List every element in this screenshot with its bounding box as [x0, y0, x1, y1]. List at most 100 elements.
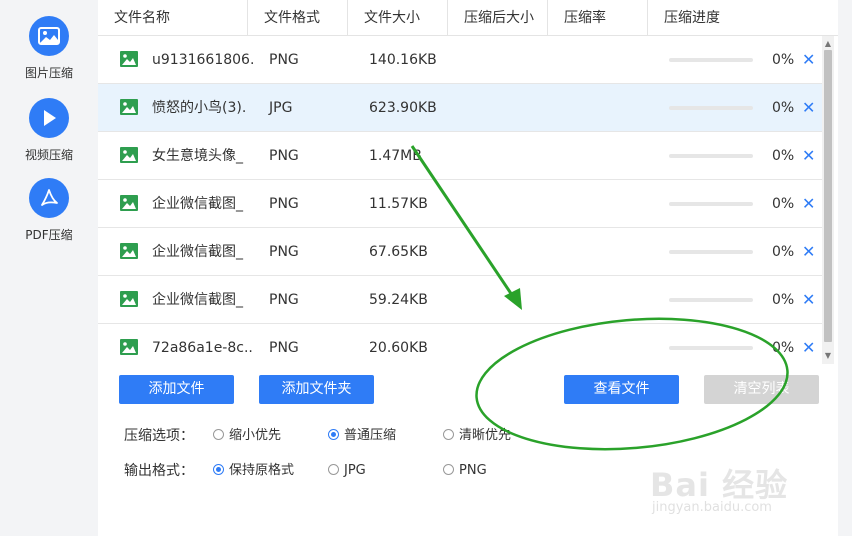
file-format: PNG [269, 292, 299, 308]
table-row[interactable]: 企业微信截图_ PNG 67.65KB 0% ✕ [98, 228, 822, 276]
image-file-icon [120, 195, 138, 211]
radio-shrink-first[interactable]: 缩小优先 [213, 426, 281, 446]
progress-bar [669, 298, 753, 302]
file-name: u9131661806... [152, 52, 254, 68]
progress-percent: 0% [772, 340, 795, 356]
file-size: 20.60KB [369, 340, 428, 356]
file-name: 企业微信截图_ [152, 244, 243, 260]
add-folder-button[interactable]: 添加文件夹 [259, 375, 374, 404]
radio-png[interactable]: PNG [443, 461, 487, 481]
file-format: JPG [269, 100, 293, 116]
progress-bar [669, 250, 753, 254]
progress-bar [669, 346, 753, 350]
scroll-thumb[interactable] [824, 50, 832, 342]
file-format: PNG [269, 340, 299, 356]
radio-jpg[interactable]: JPG [328, 461, 366, 481]
progress-bar [669, 106, 753, 110]
output-format-label: 输出格式： [124, 463, 194, 479]
file-name: 企业微信截图_ [152, 196, 243, 212]
sidebar-item-video-compress[interactable]: 视频压缩 [0, 98, 98, 163]
file-format: PNG [269, 196, 299, 212]
file-size: 11.57KB [369, 196, 428, 212]
file-size: 1.47MB [369, 148, 422, 164]
file-name: 愤怒的小鸟(3). [152, 100, 247, 116]
app-window: 图片压缩 视频压缩 PDF压缩 文件名称 文件格式 文件大小 压缩后大小 压缩率… [0, 0, 852, 536]
radio-keep-format[interactable]: 保持原格式 [213, 461, 294, 481]
clear-list-button[interactable]: 清空列表 [704, 375, 819, 404]
column-header-ratio[interactable]: 压缩率 [548, 0, 648, 36]
radio-indicator [213, 464, 224, 475]
remove-file-icon[interactable]: ✕ [802, 276, 815, 324]
file-list: u9131661806... PNG 140.16KB 0% ✕ 愤怒的小鸟(3). JPG… [98, 36, 822, 364]
watermark-url: jingyan.baidu.com [652, 500, 772, 515]
file-size: 67.65KB [369, 244, 428, 260]
radio-clarity-first[interactable]: 清晰优先 [443, 426, 511, 446]
radio-label: JPG [344, 463, 366, 478]
vertical-scrollbar[interactable]: ▲ ▼ [822, 36, 834, 364]
scroll-up-arrow-icon[interactable]: ▲ [822, 38, 834, 50]
file-name: 女生意境头像_ [152, 148, 243, 164]
radio-indicator [443, 464, 454, 475]
add-file-button[interactable]: 添加文件 [119, 375, 234, 404]
radio-label: PNG [459, 463, 487, 478]
remove-file-icon[interactable]: ✕ [802, 36, 815, 84]
file-format: PNG [269, 52, 299, 68]
remove-file-icon[interactable]: ✕ [802, 324, 815, 364]
remove-file-icon[interactable]: ✕ [802, 84, 815, 132]
file-name: 72a86a1e-8c... [152, 340, 254, 356]
file-name: 企业微信截图_ [152, 292, 243, 308]
sidebar-item-image-compress[interactable]: 图片压缩 [0, 16, 98, 81]
progress-bar [669, 154, 753, 158]
table-row[interactable]: 企业微信截图_ PNG 59.24KB 0% ✕ [98, 276, 822, 324]
remove-file-icon[interactable]: ✕ [802, 180, 815, 228]
table-row[interactable]: 愤怒的小鸟(3). JPG 623.90KB 0% ✕ [98, 84, 822, 132]
column-header-progress[interactable]: 压缩进度 [648, 0, 822, 36]
table-header: 文件名称 文件格式 文件大小 压缩后大小 压缩率 压缩进度 [98, 0, 838, 36]
file-format: PNG [269, 244, 299, 260]
file-size: 59.24KB [369, 292, 428, 308]
file-size: 140.16KB [369, 52, 437, 68]
image-file-icon [120, 339, 138, 355]
progress-percent: 0% [772, 52, 795, 68]
remove-file-icon[interactable]: ✕ [802, 132, 815, 180]
compress-options-label: 压缩选项： [124, 428, 194, 444]
column-header-size[interactable]: 文件大小 [348, 0, 448, 36]
table-row[interactable]: 72a86a1e-8c... PNG 20.60KB 0% ✕ [98, 324, 822, 364]
pdf-icon [29, 178, 69, 218]
radio-normal-compress[interactable]: 普通压缩 [328, 426, 396, 446]
table-row[interactable]: 企业微信截图_ PNG 11.57KB 0% ✕ [98, 180, 822, 228]
column-header-compressed-size[interactable]: 压缩后大小 [448, 0, 548, 36]
baidu-jingyan-watermark: Bai 经验 jingyan.baidu.com [640, 440, 840, 530]
progress-percent: 0% [772, 148, 795, 164]
radio-label: 清晰优先 [459, 428, 512, 443]
sidebar-item-label: PDF压缩 [25, 228, 73, 242]
column-header-name[interactable]: 文件名称 [98, 0, 248, 36]
file-format: PNG [269, 148, 299, 164]
image-file-icon [120, 51, 138, 67]
window-edge [838, 0, 852, 536]
play-icon [29, 98, 69, 138]
progress-bar [669, 202, 753, 206]
image-file-icon [120, 243, 138, 259]
file-size: 623.90KB [369, 100, 437, 116]
sidebar-item-pdf-compress[interactable]: PDF压缩 [0, 178, 98, 243]
view-files-button[interactable]: 查看文件 [564, 375, 679, 404]
image-icon [29, 16, 69, 56]
table-row[interactable]: u9131661806... PNG 140.16KB 0% ✕ [98, 36, 822, 84]
progress-percent: 0% [772, 244, 795, 260]
sidebar-item-label: 视频压缩 [24, 148, 73, 162]
radio-label: 缩小优先 [229, 428, 282, 443]
progress-bar [669, 58, 753, 62]
scroll-down-arrow-icon[interactable]: ▼ [822, 350, 834, 362]
radio-indicator [328, 429, 339, 440]
radio-indicator [328, 464, 339, 475]
sidebar: 图片压缩 视频压缩 PDF压缩 [0, 0, 98, 536]
radio-indicator [443, 429, 454, 440]
radio-label: 保持原格式 [229, 463, 295, 478]
progress-percent: 0% [772, 196, 795, 212]
image-file-icon [120, 291, 138, 307]
progress-percent: 0% [772, 100, 795, 116]
remove-file-icon[interactable]: ✕ [802, 228, 815, 276]
column-header-format[interactable]: 文件格式 [248, 0, 348, 36]
table-row[interactable]: 女生意境头像_ PNG 1.47MB 0% ✕ [98, 132, 822, 180]
